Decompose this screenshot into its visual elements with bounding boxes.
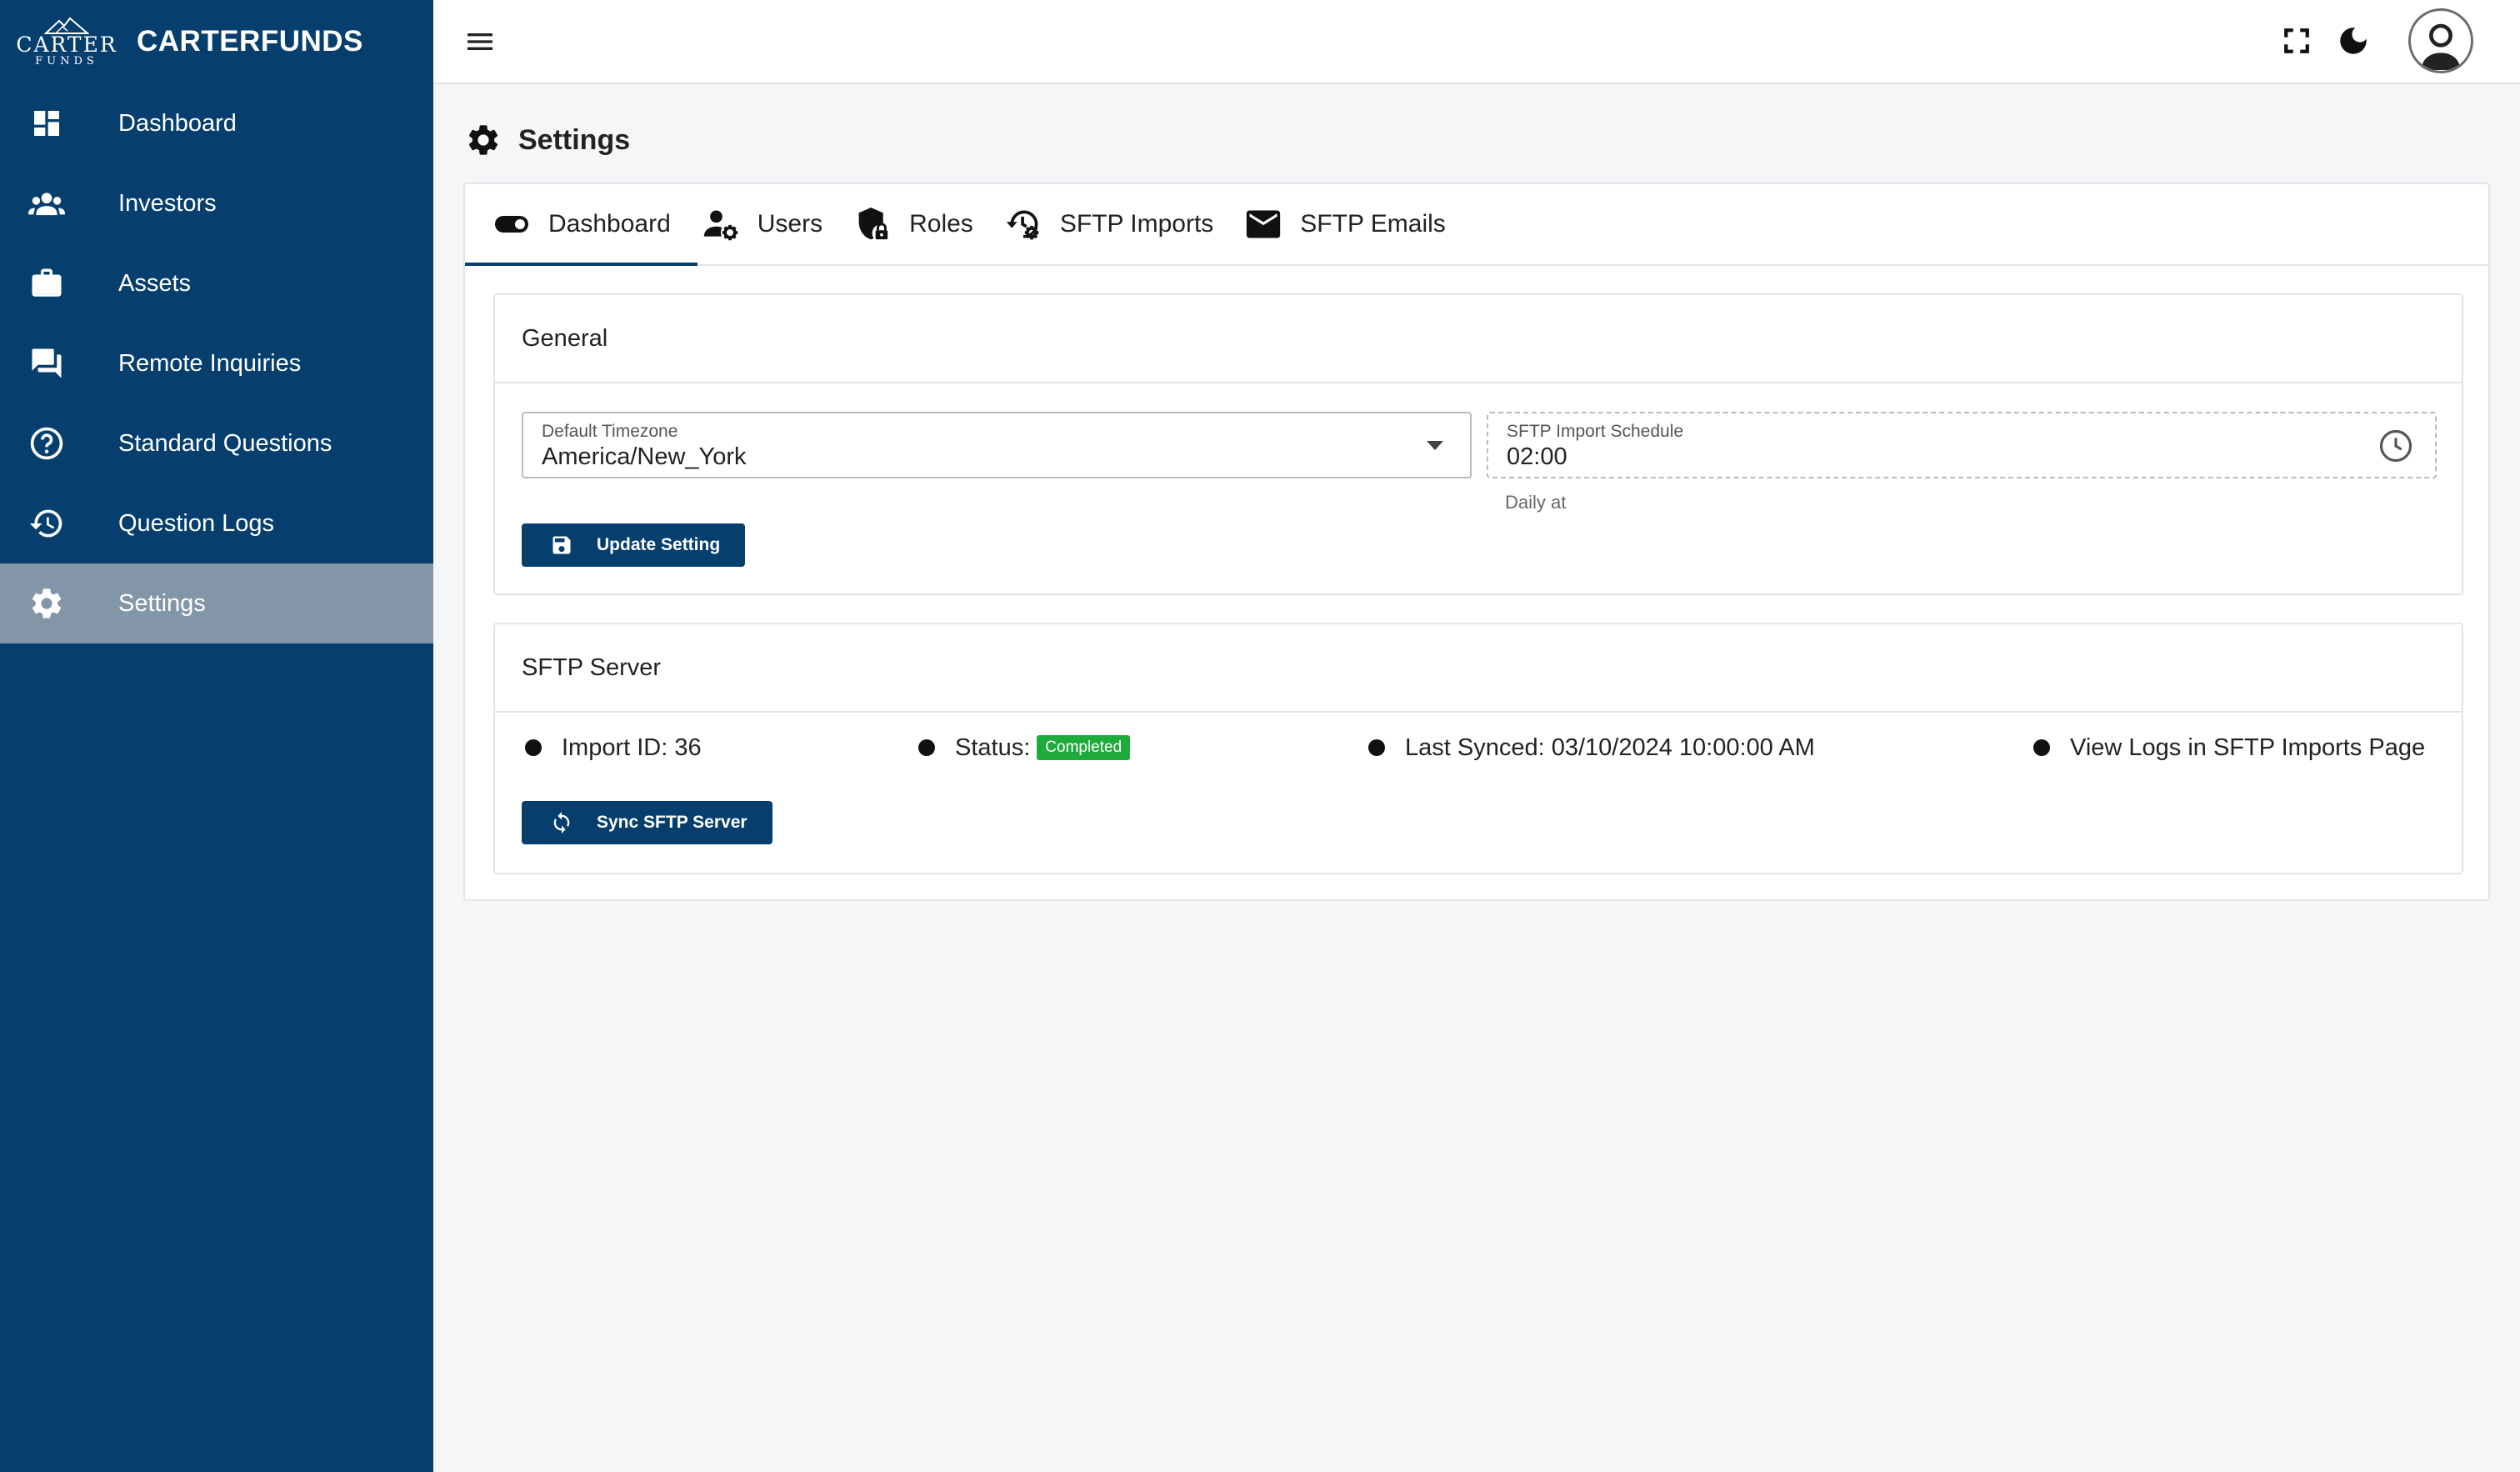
section-title: General — [495, 295, 2462, 383]
field-value: America/New_York — [542, 443, 747, 470]
gear-icon — [465, 122, 502, 158]
logo-text-top: CARTER — [16, 33, 118, 57]
menu-icon[interactable] — [463, 25, 497, 58]
history-icon — [28, 505, 65, 542]
button-label: Sync SFTP Server — [597, 813, 748, 832]
people-icon — [28, 185, 65, 222]
timezone-select[interactable]: Default Timezone America/New_York — [522, 412, 1472, 478]
sidebar-item-standard-questions[interactable]: Standard Questions — [0, 403, 433, 483]
bullet-icon — [2033, 739, 2050, 756]
bullet-icon — [918, 739, 935, 756]
update-setting-button[interactable]: Update Setting — [522, 523, 746, 567]
chat-icon — [28, 345, 65, 382]
clock-icon[interactable] — [2378, 428, 2413, 463]
help-circle-icon — [28, 425, 65, 462]
page-header: Settings — [465, 122, 630, 158]
import-id-text: Import ID: 36 — [562, 733, 702, 761]
user-gear-icon — [702, 206, 739, 243]
tab-label: SFTP Emails — [1300, 210, 1446, 238]
sidebar-item-settings[interactable]: Settings — [0, 563, 433, 643]
brand-name: CARTERFUNDS — [137, 25, 363, 58]
tab-label: Roles — [909, 210, 973, 238]
sync-sftp-button[interactable]: Sync SFTP Server — [522, 801, 772, 844]
tab-label: Users — [757, 210, 823, 238]
sftp-server-section: SFTP Server Import ID: 36 Status: Comple… — [493, 623, 2463, 874]
dashboard-icon — [28, 105, 65, 142]
sidebar-item-label: Assets — [118, 269, 192, 297]
tab-label: SFTP Imports — [1059, 210, 1214, 238]
mountain-icon — [44, 17, 89, 34]
tab-label: Dashboard — [548, 210, 671, 238]
sync-icon — [550, 811, 573, 834]
view-logs-item[interactable]: View Logs in SFTP Imports Page — [2033, 731, 2425, 764]
status-label: Status: — [955, 733, 1031, 761]
sidebar-nav: Dashboard Investors Assets Remote Inquir… — [0, 83, 433, 643]
history-gear-icon — [1005, 206, 1042, 243]
top-actions — [2258, 8, 2473, 73]
user-icon — [2421, 23, 2461, 70]
field-label: Default Timezone — [542, 422, 678, 441]
sidebar-item-label: Question Logs — [118, 509, 275, 537]
mail-icon — [1245, 206, 1282, 243]
import-id-item: Import ID: 36 — [525, 731, 702, 764]
tab-sftp-emails[interactable]: SFTP Emails — [1240, 184, 1472, 264]
settings-card: Dashboard Users Roles SFTP Imports SFTP … — [463, 183, 2490, 901]
dark-mode-icon[interactable] — [2335, 23, 2372, 59]
view-logs-link[interactable]: View Logs in SFTP Imports Page — [2070, 734, 2425, 762]
brand-logo: CARTER FUNDS — [16, 6, 116, 78]
sidebar-item-assets[interactable]: Assets — [0, 243, 433, 323]
sidebar-item-dashboard[interactable]: Dashboard — [0, 83, 433, 163]
field-value: 02:00 — [1507, 443, 1568, 470]
toggle-icon — [493, 206, 530, 243]
schedule-time-input[interactable]: SFTP Import Schedule 02:00 — [1487, 412, 2437, 478]
chevron-down-icon — [1427, 441, 1443, 450]
general-section: General Default Timezone America/New_Yor… — [493, 293, 2463, 595]
status-item: Status: Completed — [918, 731, 1131, 764]
status-badge: Completed — [1037, 735, 1131, 760]
section-title: SFTP Server — [495, 624, 2462, 713]
tab-dashboard[interactable]: Dashboard — [465, 184, 698, 266]
tab-users[interactable]: Users — [698, 184, 849, 264]
page-title: Settings — [518, 123, 631, 156]
settings-tabs: Dashboard Users Roles SFTP Imports SFTP … — [465, 184, 2488, 266]
top-bar — [433, 0, 2520, 84]
sidebar-item-label: Remote Inquiries — [118, 349, 302, 377]
brand[interactable]: CARTER FUNDS CARTERFUNDS — [0, 0, 433, 83]
last-synced-text: Last Synced: 03/10/2024 10:00:00 AM — [1405, 733, 1815, 761]
sidebar-item-label: Standard Questions — [118, 429, 332, 457]
sidebar-item-remote-inquiries[interactable]: Remote Inquiries — [0, 323, 433, 403]
save-icon — [550, 533, 573, 557]
sidebar-item-label: Investors — [118, 189, 217, 217]
button-label: Update Setting — [597, 535, 721, 554]
gear-icon — [28, 585, 65, 622]
field-label: SFTP Import Schedule — [1507, 422, 1684, 441]
last-synced-item: Last Synced: 03/10/2024 10:00:00 AM — [1368, 731, 1815, 764]
briefcase-icon — [28, 265, 65, 302]
fullscreen-icon[interactable] — [2278, 23, 2315, 59]
schedule-helper-text: Daily at — [1505, 492, 1567, 513]
logo-text-bottom: FUNDS — [35, 55, 98, 68]
tab-roles[interactable]: Roles — [849, 184, 1000, 264]
sidebar: CARTER FUNDS CARTERFUNDS Dashboard Inves… — [0, 0, 433, 1472]
shield-lock-icon — [854, 206, 891, 243]
sidebar-item-question-logs[interactable]: Question Logs — [0, 483, 433, 563]
bullet-icon — [525, 739, 542, 756]
bullet-icon — [1368, 739, 1385, 756]
sidebar-item-label: Settings — [118, 589, 206, 617]
sidebar-item-label: Dashboard — [118, 109, 237, 137]
sidebar-item-investors[interactable]: Investors — [0, 163, 433, 243]
tab-sftp-imports[interactable]: SFTP Imports — [1000, 184, 1240, 264]
avatar[interactable] — [2408, 8, 2473, 73]
